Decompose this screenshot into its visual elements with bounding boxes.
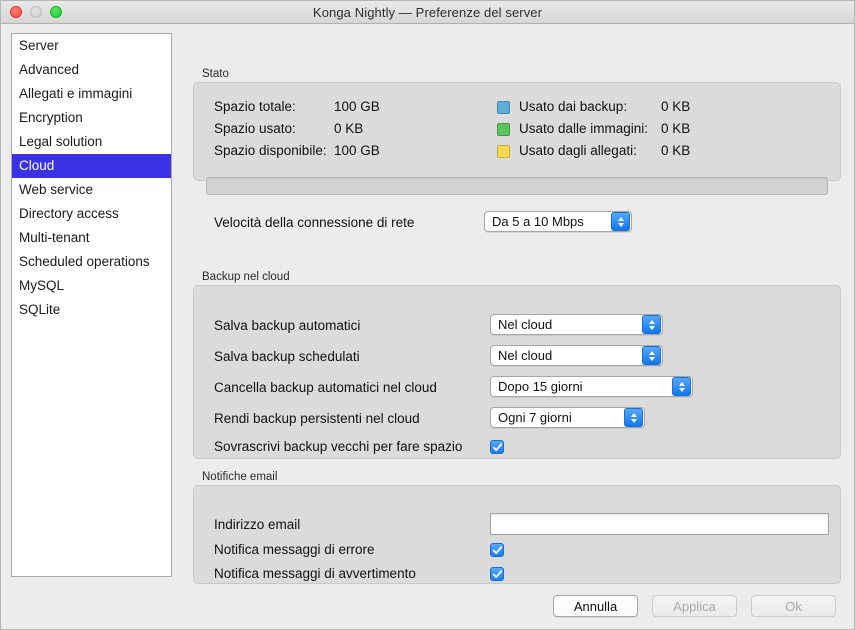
stato-group: Stato Spazio totale: 100 GB Spazio usato… [193, 68, 841, 181]
indirizzo-email-label: Indirizzo email [214, 517, 300, 532]
apply-button[interactable]: Applica [652, 595, 737, 617]
backup-cloud-group-box: Salva backup automatici Nel cloud Salva … [193, 285, 841, 459]
cancella-backup-automatici-popup[interactable]: Dopo 15 giorni [490, 376, 693, 397]
usato-dagli-allegati-label: Usato dagli allegati: [519, 143, 637, 158]
zoom-button[interactable] [50, 6, 62, 18]
stato-group-label: Stato [202, 68, 229, 80]
network-speed-label: Velocità della connessione di rete [214, 215, 414, 230]
footer-buttons: Annulla Applica Ok [553, 595, 836, 617]
notifica-avvertimento-label: Notifica messaggi di avvertimento [214, 566, 416, 581]
close-button[interactable] [10, 6, 22, 18]
cancella-backup-automatici-label: Cancella backup automatici nel cloud [214, 380, 437, 395]
window-controls [1, 6, 62, 18]
network-speed-popup[interactable]: Da 5 a 10 Mbps [484, 211, 632, 232]
sidebar-item-encryption[interactable]: Encryption [12, 106, 171, 130]
sidebar-item-sqlite[interactable]: SQLite [12, 298, 171, 322]
usato-dai-backup-value: 0 KB [661, 99, 690, 114]
sovrascrivi-backup-label: Sovrascrivi backup vecchi per fare spazi… [214, 439, 462, 454]
sidebar-item-allegati-e-immagini[interactable]: Allegati e immagini [12, 82, 171, 106]
checkmark-icon [492, 442, 503, 453]
salva-backup-schedulati-popup[interactable]: Nel cloud [490, 345, 663, 366]
email-group-label: Notifiche email [202, 471, 277, 483]
checkmark-icon [492, 569, 503, 580]
email-notifications-group: Notifiche email Indirizzo email Notifica… [193, 471, 841, 584]
chevron-updown-icon [624, 408, 643, 427]
email-group-box: Indirizzo email Notifica messaggi di err… [193, 485, 841, 584]
sovrascrivi-backup-checkbox[interactable] [490, 440, 504, 454]
usato-dalle-immagini-value: 0 KB [661, 121, 690, 136]
preferences-content: Stato Spazio totale: 100 GB Spazio usato… [184, 24, 854, 629]
backup-color-swatch-icon [497, 101, 510, 114]
salva-backup-schedulati-value: Nel cloud [491, 348, 642, 363]
backup-cloud-group: Backup nel cloud Salva backup automatici… [193, 271, 841, 459]
network-speed-value: Da 5 a 10 Mbps [485, 214, 611, 229]
usato-dai-backup-label: Usato dai backup: [519, 99, 627, 114]
salva-backup-automatici-label: Salva backup automatici [214, 318, 360, 333]
chevron-updown-icon [672, 377, 691, 396]
chevron-updown-icon [642, 315, 661, 334]
sidebar-item-scheduled-operations[interactable]: Scheduled operations [12, 250, 171, 274]
spazio-usato-value: 0 KB [334, 121, 363, 136]
window-body: Server Advanced Allegati e immagini Encr… [1, 24, 854, 629]
salva-backup-automatici-value: Nel cloud [491, 317, 642, 332]
salva-backup-schedulati-label: Salva backup schedulati [214, 349, 360, 364]
spazio-disponibile-value: 100 GB [334, 143, 380, 158]
rendi-backup-persistenti-label: Rendi backup persistenti nel cloud [214, 411, 420, 426]
email-address-input[interactable] [490, 513, 829, 535]
sidebar-item-cloud[interactable]: Cloud [12, 154, 171, 178]
window-title: Konga Nightly — Preferenze del server [1, 5, 854, 20]
stato-group-box: Spazio totale: 100 GB Spazio usato: 0 KB… [193, 82, 841, 181]
cancel-button[interactable]: Annulla [553, 595, 638, 617]
sidebar-item-web-service[interactable]: Web service [12, 178, 171, 202]
storage-usage-bar [206, 177, 828, 195]
spazio-usato-label: Spazio usato: [214, 121, 296, 136]
preferences-window: Konga Nightly — Preferenze del server Se… [0, 0, 855, 630]
title-bar: Konga Nightly — Preferenze del server [1, 1, 854, 24]
spazio-totale-label: Spazio totale: [214, 99, 296, 114]
cancella-backup-automatici-value: Dopo 15 giorni [491, 379, 672, 394]
spazio-totale-value: 100 GB [334, 99, 380, 114]
immagini-color-swatch-icon [497, 123, 510, 136]
rendi-backup-persistenti-value: Ogni 7 giorni [491, 410, 624, 425]
sidebar-item-multi-tenant[interactable]: Multi-tenant [12, 226, 171, 250]
chevron-updown-icon [611, 212, 630, 231]
salva-backup-automatici-popup[interactable]: Nel cloud [490, 314, 663, 335]
allegati-color-swatch-icon [497, 145, 510, 158]
notifica-errore-checkbox[interactable] [490, 543, 504, 557]
notifica-errore-label: Notifica messaggi di errore [214, 542, 375, 557]
usato-dagli-allegati-value: 0 KB [661, 143, 690, 158]
ok-button[interactable]: Ok [751, 595, 836, 617]
sidebar-item-advanced[interactable]: Advanced [12, 58, 171, 82]
rendi-backup-persistenti-popup[interactable]: Ogni 7 giorni [490, 407, 645, 428]
sidebar-item-mysql[interactable]: MySQL [12, 274, 171, 298]
notifica-avvertimento-checkbox[interactable] [490, 567, 504, 581]
minimize-button[interactable] [30, 6, 42, 18]
sidebar-item-legal-solution[interactable]: Legal solution [12, 130, 171, 154]
checkmark-icon [492, 545, 503, 556]
spazio-disponibile-label: Spazio disponibile: [214, 143, 327, 158]
sidebar-item-directory-access[interactable]: Directory access [12, 202, 171, 226]
sidebar-item-server[interactable]: Server [12, 34, 171, 58]
chevron-updown-icon [642, 346, 661, 365]
backup-cloud-group-label: Backup nel cloud [202, 271, 290, 283]
usato-dalle-immagini-label: Usato dalle immagini: [519, 121, 648, 136]
preferences-sidebar[interactable]: Server Advanced Allegati e immagini Encr… [11, 33, 172, 577]
